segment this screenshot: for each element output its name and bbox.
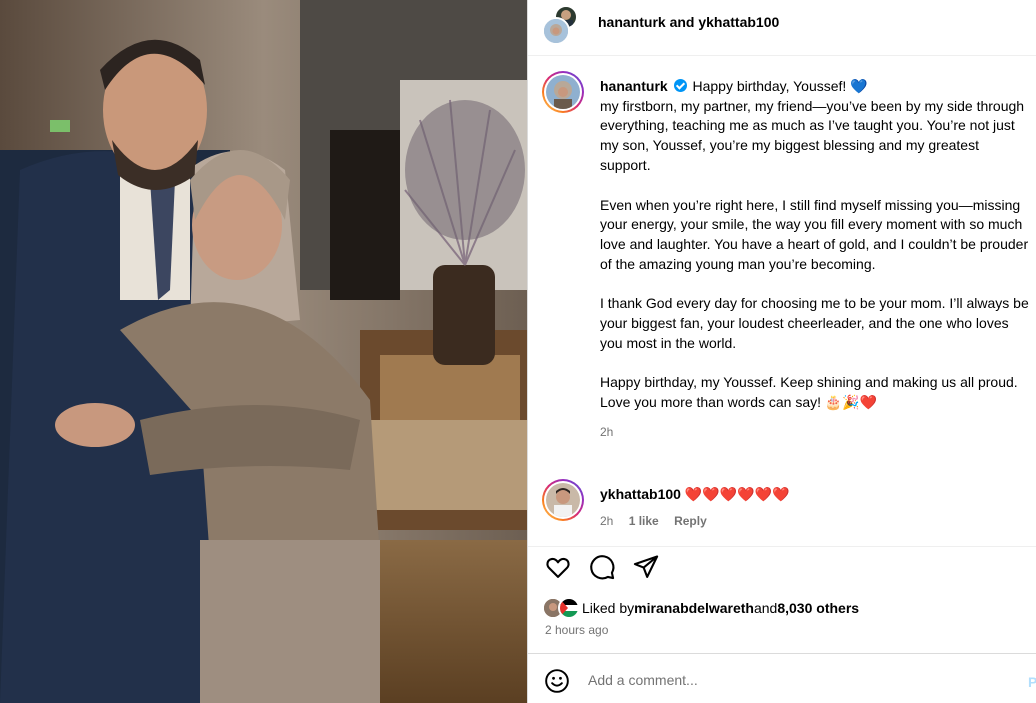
caption-paragraph: Happy birthday, my Youssef. Keep shining… (600, 374, 1018, 411)
header-and: and (665, 14, 699, 30)
header-username-2[interactable]: ykhattab100 (698, 14, 779, 30)
photo-of-two-people-hugging-icon (0, 0, 527, 703)
comment-input[interactable] (588, 668, 1008, 692)
add-comment-bar: P (528, 653, 1036, 703)
header-username-1[interactable]: hananturk (598, 14, 666, 30)
post-detail-panel: hananturk and ykhattab100 hananturk Happ… (527, 0, 1036, 703)
caption-avatar[interactable] (542, 71, 584, 113)
likes-others-link[interactable]: 8,030 others (777, 600, 859, 616)
comment-text: ykhattab100 ❤️❤️❤️❤️❤️❤️ (600, 486, 789, 503)
like-heart-icon[interactable] (544, 553, 572, 581)
verified-badge-icon (673, 79, 687, 92)
share-paper-plane-icon[interactable] (632, 553, 660, 581)
comment-item: ykhattab100 ❤️❤️❤️❤️❤️❤️ 2h 1 like Reply (528, 474, 1036, 544)
liker-avatars[interactable] (542, 597, 582, 619)
likes-summary: Liked by miranabdelwareth and 8,030 othe… (542, 596, 859, 620)
comment-bubble-icon[interactable] (588, 553, 616, 581)
caption-time[interactable]: 2h (600, 423, 1030, 443)
likes-user-link[interactable]: miranabdelwareth (634, 600, 754, 616)
post-photo[interactable] (0, 0, 527, 703)
caption: hananturk Happy birthday, Youssef! 💙 my … (528, 56, 1036, 536)
comment-reply-button[interactable]: Reply (674, 514, 707, 528)
caption-paragraph: Even when you’re right here, I still fin… (600, 196, 1029, 272)
likes-prefix: Liked by (582, 600, 635, 616)
emoji-smiley-icon[interactable] (544, 668, 570, 694)
comment-meta: 2h 1 like Reply (600, 514, 719, 528)
comment-likes-link[interactable]: 1 like (629, 514, 659, 528)
comment-avatar[interactable] (542, 479, 584, 521)
post-header-title[interactable]: hananturk and ykhattab100 (598, 14, 779, 30)
post-header: hananturk and ykhattab100 (528, 0, 1036, 56)
palestine-flag-icon (558, 597, 580, 619)
post-comment-button[interactable]: P (1028, 674, 1036, 690)
comment-body: ❤️❤️❤️❤️❤️❤️ (684, 486, 790, 502)
comment-username[interactable]: ykhattab100 (600, 486, 681, 502)
caption-username[interactable]: hananturk (600, 78, 668, 94)
comment-time[interactable]: 2h (600, 514, 613, 528)
collab-avatars[interactable] (542, 5, 582, 45)
caption-paragraph: my firstborn, my partner, my friend—you’… (600, 97, 1025, 173)
caption-first-line: Happy birthday, Youssef! 💙 (692, 78, 868, 94)
action-bar (528, 546, 1036, 588)
caption-paragraph: I thank God every day for choosing me to… (600, 295, 1029, 351)
caption-text: hananturk Happy birthday, Youssef! 💙 my … (600, 77, 1030, 443)
posted-time[interactable]: 2 hours ago (545, 623, 608, 637)
likes-and: and (753, 600, 778, 616)
avatar[interactable] (542, 17, 570, 45)
